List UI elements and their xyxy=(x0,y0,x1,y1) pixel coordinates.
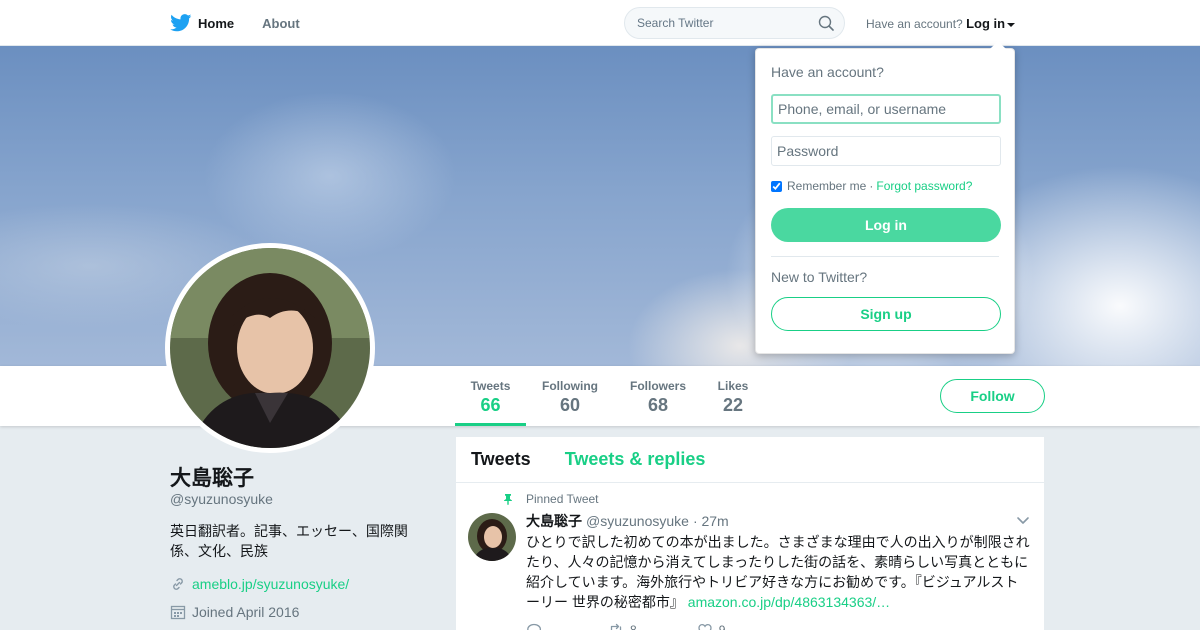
tweet-avatar[interactable] xyxy=(468,513,516,561)
new-to-twitter-text: New to Twitter? xyxy=(771,269,868,285)
reply-action[interactable] xyxy=(526,622,548,630)
reply-icon xyxy=(527,623,542,630)
stat-likes[interactable]: Likes 22 xyxy=(712,379,754,416)
remember-me-checkbox[interactable] xyxy=(771,180,782,192)
tab-tweets[interactable]: Tweets xyxy=(471,449,531,470)
stat-value: 66 xyxy=(480,395,501,415)
caret-down-icon xyxy=(1007,22,1016,27)
stat-following[interactable]: Following 60 xyxy=(538,379,602,416)
tweet-author-name[interactable]: 大島聡子 xyxy=(526,511,582,531)
timeline-tabs: Tweets Tweets & replies xyxy=(456,437,1044,483)
pinned-tweet[interactable]: Pinned Tweet 大島聡子 @syuzunosyuke · 27m ひと… xyxy=(456,483,1044,630)
profile-website[interactable]: ameblo.jp/syuzunosyuke/ xyxy=(170,576,349,592)
search-icon[interactable] xyxy=(818,15,834,31)
heart-icon xyxy=(698,623,712,630)
profile-avatar[interactable] xyxy=(170,248,370,448)
tweet-link[interactable]: amazon.co.jp/dp/4863134363/… xyxy=(688,594,890,610)
pin-icon xyxy=(502,493,514,505)
login-dropdown-toggle[interactable]: Log in xyxy=(966,16,1016,31)
top-navigation-bar: Home About Have an account? Log in xyxy=(0,0,1200,46)
have-account-text: Have an account? xyxy=(866,17,963,31)
tweet-timestamp[interactable]: · 27m xyxy=(693,513,729,529)
profile-avatar-frame xyxy=(165,243,375,453)
nav-about-link[interactable]: About xyxy=(262,16,300,31)
profile-joined-text: Joined April 2016 xyxy=(192,604,300,620)
stat-label: Followers xyxy=(629,379,686,393)
tweet-header: 大島聡子 @syuzunosyuke · 27m xyxy=(526,511,1029,531)
timeline: Tweets Tweets & replies Pinned Tweet 大島聡… xyxy=(456,437,1044,630)
nav-left: Home About xyxy=(170,0,328,46)
like-action[interactable]: 9 xyxy=(697,622,726,630)
stat-tweets[interactable]: Tweets 66 xyxy=(455,379,526,416)
profile-website-text[interactable]: ameblo.jp/syuzunosyuke/ xyxy=(192,576,349,592)
twitter-bird-icon[interactable] xyxy=(170,14,192,32)
username-field[interactable] xyxy=(771,94,1001,124)
link-icon xyxy=(170,576,186,592)
login-toggle-label: Log in xyxy=(966,16,1006,31)
nav-home-link[interactable]: Home xyxy=(198,16,234,31)
stat-label: Tweets xyxy=(470,379,511,393)
login-dropdown-title: Have an account? xyxy=(771,64,884,80)
stat-value: 68 xyxy=(647,395,669,415)
search-box xyxy=(624,7,845,39)
follow-button[interactable]: Follow xyxy=(940,379,1045,413)
login-button[interactable]: Log in xyxy=(771,208,1001,242)
tweet-actions: 8 9 xyxy=(526,622,1029,630)
pinned-label: Pinned Tweet xyxy=(526,492,599,506)
remember-me-label[interactable]: Remember me xyxy=(787,179,866,193)
profile-bio: 英日翻訳者。記事、エッセー、国際関係、文化、民族 xyxy=(170,523,408,559)
tweet-author-handle[interactable]: @syuzunosyuke xyxy=(586,513,689,529)
retweet-count: 8 xyxy=(630,623,637,630)
search-input[interactable] xyxy=(625,8,805,38)
pinned-tweet-context: Pinned Tweet xyxy=(504,491,1029,507)
have-account-area: Have an account? Log in xyxy=(866,16,1016,31)
tweet-text: ひとりで訳した初めての本が出ました。さまざまな理由で人の出入りが制限されたり、人… xyxy=(526,532,1031,612)
retweet-action[interactable]: 8 xyxy=(608,622,637,630)
stat-label: Likes xyxy=(717,379,749,393)
forgot-password-link[interactable]: Forgot password? xyxy=(876,179,972,193)
profile-joined: Joined April 2016 xyxy=(170,604,299,620)
remember-me-row: Remember me · Forgot password? xyxy=(771,178,999,194)
signup-button[interactable]: Sign up xyxy=(771,297,1001,331)
like-count: 9 xyxy=(718,623,726,630)
login-dropdown: Have an account? Remember me · Forgot pa… xyxy=(755,41,1015,354)
separator-dot: · xyxy=(869,179,874,193)
password-field[interactable] xyxy=(771,136,1001,166)
stat-followers[interactable]: Followers 68 xyxy=(626,379,690,416)
dropdown-divider xyxy=(771,256,999,257)
profile-handle: @syuzunosyuke xyxy=(170,491,273,507)
tab-tweets-and-replies[interactable]: Tweets & replies xyxy=(565,449,706,470)
calendar-icon xyxy=(170,604,186,620)
stat-value: 22 xyxy=(722,395,744,415)
profile-name: 大島聡子 xyxy=(170,467,254,490)
chevron-down-icon[interactable] xyxy=(1016,513,1030,527)
stat-value: 60 xyxy=(559,395,581,415)
stat-label: Following xyxy=(542,379,598,393)
retweet-icon xyxy=(610,623,622,630)
active-stat-underline xyxy=(455,423,526,426)
